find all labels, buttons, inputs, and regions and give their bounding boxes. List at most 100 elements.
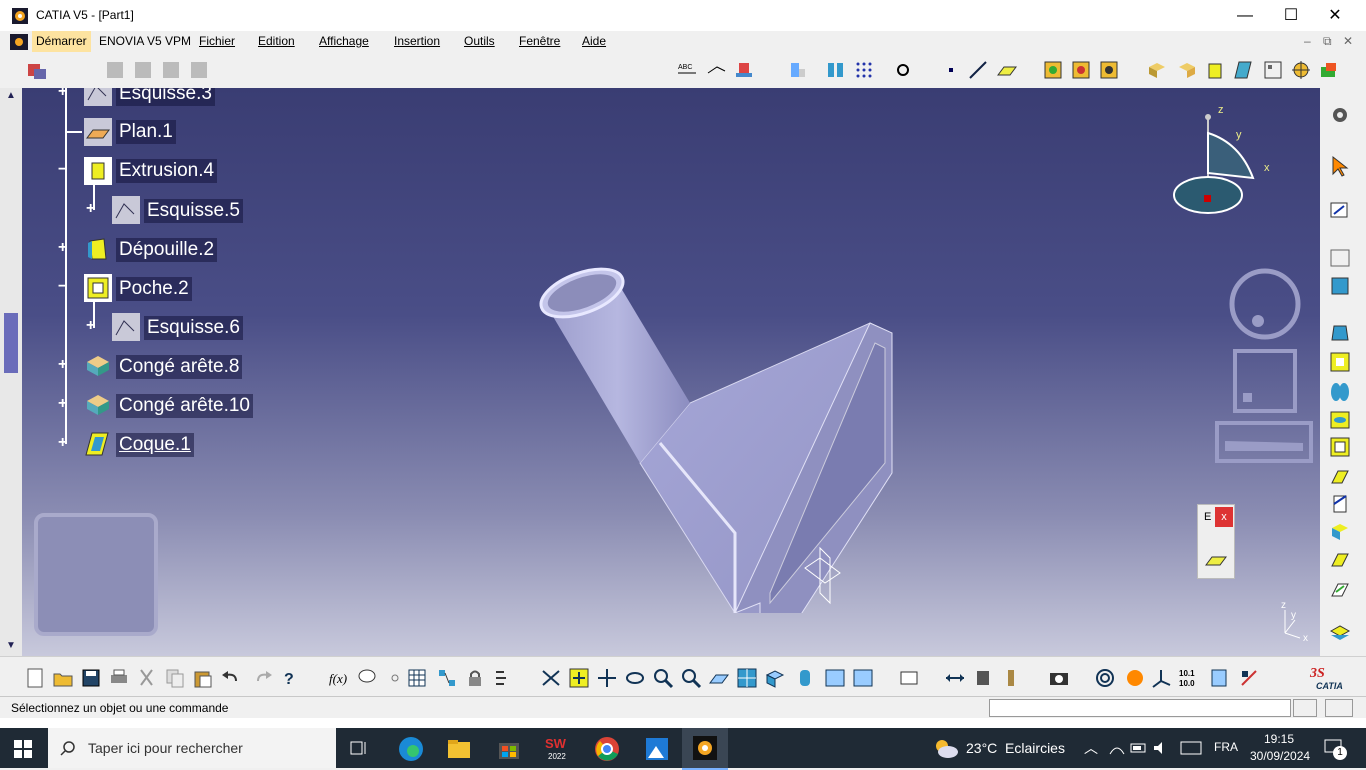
save-icon[interactable] — [80, 667, 102, 689]
fly-mode-icon[interactable] — [540, 667, 562, 689]
open-folder-icon[interactable] — [52, 667, 74, 689]
plane-tool-icon[interactable] — [996, 59, 1018, 81]
camera-icon[interactable] — [1048, 667, 1070, 689]
navigation-widgets[interactable] — [1215, 268, 1315, 468]
status-button-1[interactable] — [1293, 699, 1317, 717]
tree-expand-toggle[interactable]: + — [86, 201, 102, 217]
hand-icon[interactable] — [1124, 667, 1146, 689]
tree-expand-toggle[interactable]: + — [58, 435, 74, 451]
update-icon[interactable] — [898, 667, 920, 689]
axis-system-icon[interactable] — [1150, 667, 1172, 689]
tree-item-poche-2[interactable]: Poche.2 — [116, 277, 192, 301]
fit-all-icon[interactable] — [568, 667, 590, 689]
compass-widget[interactable]: z y x — [1170, 103, 1280, 223]
minimize-button[interactable]: — — [1222, 0, 1268, 31]
tree-expand-toggle[interactable]: + — [58, 240, 74, 256]
tree-item-conge-arete-8[interactable]: Congé arête.8 — [116, 355, 243, 379]
edge-browser-icon[interactable] — [398, 736, 424, 762]
status-button-2[interactable] — [1325, 699, 1353, 717]
spiral-icon[interactable] — [1094, 667, 1116, 689]
pad-icon[interactable] — [1204, 59, 1226, 81]
table-icon[interactable] — [406, 667, 428, 689]
sketch-tool-2-icon[interactable] — [132, 59, 154, 81]
boolean-add-icon[interactable] — [1042, 59, 1064, 81]
language-indicator[interactable]: FRA — [1214, 740, 1238, 754]
redo-icon[interactable] — [252, 667, 274, 689]
comment-icon[interactable] — [356, 667, 378, 689]
shaft-icon[interactable] — [1328, 380, 1352, 404]
pocket-tool-icon[interactable] — [1328, 350, 1352, 374]
knowledge-icon[interactable] — [384, 667, 406, 689]
hide-show-icon[interactable] — [824, 667, 846, 689]
zoom-out-icon[interactable] — [680, 667, 702, 689]
windows-start-icon[interactable] — [14, 740, 32, 758]
doc-close-button[interactable]: ✕ — [1343, 34, 1353, 48]
new-file-icon[interactable] — [24, 667, 46, 689]
slot-icon[interactable] — [1328, 465, 1352, 489]
formula-icon[interactable]: f(x) — [328, 667, 350, 689]
chamfer-icon[interactable] — [1328, 578, 1352, 602]
sketch-position-icon[interactable] — [1328, 246, 1352, 270]
tree-expand-toggle[interactable]: + — [58, 88, 74, 100]
3d-part-funnel[interactable] — [520, 173, 910, 613]
menu-demarrer[interactable]: Démarrer — [32, 31, 91, 52]
line-icon[interactable] — [967, 59, 989, 81]
extrude-icon[interactable] — [84, 157, 112, 185]
volume-icon[interactable] — [1152, 740, 1170, 756]
tree-item-esquisse-3[interactable]: Esquisse.3 — [116, 88, 215, 106]
task-view-icon[interactable] — [350, 739, 370, 757]
plane-icon[interactable] — [84, 118, 112, 146]
3d-annotation-icon[interactable] — [733, 59, 755, 81]
analysis-icon[interactable] — [825, 59, 847, 81]
close-button[interactable]: ✕ — [1312, 0, 1358, 31]
part-design-icon[interactable] — [26, 59, 48, 81]
stiffener-icon[interactable] — [1328, 492, 1352, 516]
plane-tool-icon[interactable] — [1204, 551, 1228, 567]
tree-item-depouille-2[interactable]: Dépouille.2 — [116, 238, 218, 262]
catia-taskbar-button[interactable] — [682, 728, 728, 770]
fillet-icon[interactable] — [84, 391, 112, 419]
flag-note-icon[interactable] — [705, 59, 727, 81]
design-table-icon[interactable] — [436, 667, 458, 689]
tree-item-plan-1[interactable]: Plan.1 — [116, 120, 176, 144]
shell-icon[interactable] — [84, 430, 112, 458]
shell-tool-icon[interactable] — [1233, 59, 1255, 81]
hole-icon[interactable] — [1328, 408, 1352, 432]
grid-icon[interactable] — [853, 59, 875, 81]
text-annotation-icon[interactable]: ABC — [676, 59, 698, 81]
chrome-icon[interactable] — [594, 736, 620, 762]
tree-expand-toggle[interactable]: + — [58, 357, 74, 373]
sketch-tool-4-icon[interactable] — [188, 59, 210, 81]
copy-icon[interactable] — [164, 667, 186, 689]
scale-icon[interactable] — [1318, 59, 1340, 81]
zoom-in-icon[interactable] — [652, 667, 674, 689]
snap-point-icon[interactable] — [892, 59, 914, 81]
units-icon[interactable]: 10.110.0 — [1178, 667, 1200, 689]
menu-fenetre[interactable]: Fenêtre — [519, 34, 560, 48]
normal-view-icon[interactable] — [708, 667, 730, 689]
pattern-icon[interactable] — [1262, 59, 1284, 81]
fillet-tool-icon[interactable] — [1328, 548, 1352, 572]
weather-icon[interactable] — [932, 736, 960, 760]
rotate-icon[interactable] — [624, 667, 646, 689]
menu-enovia[interactable]: ENOVIA V5 VPM — [99, 34, 191, 48]
menu-fichier[interactable]: Fichier — [199, 34, 235, 48]
whats-this-icon[interactable]: ? — [280, 667, 302, 689]
iso-view-icon[interactable] — [764, 667, 786, 689]
sketch-icon[interactable] — [84, 88, 112, 106]
scroll-down-icon[interactable]: ▼ — [2, 640, 20, 654]
tree-item-coque-1[interactable]: Coque.1 — [116, 433, 194, 457]
swap-space-icon[interactable] — [852, 667, 874, 689]
shading-icon[interactable] — [794, 667, 816, 689]
tree-item-conge-arete-10[interactable]: Congé arête.10 — [116, 394, 253, 418]
tree-scrollbar[interactable]: ▲ ▼ — [0, 88, 22, 656]
tree-expand-toggle[interactable]: + — [86, 318, 102, 334]
gear-icon[interactable] — [1328, 103, 1352, 127]
tree-item-esquisse-6[interactable]: Esquisse.6 — [144, 316, 243, 340]
layer-icon[interactable] — [1208, 667, 1230, 689]
menu-insertion[interactable]: Insertion — [394, 34, 440, 48]
tree-collapse-toggle[interactable]: − — [58, 279, 74, 295]
doc-minimize-button[interactable]: – — [1304, 34, 1311, 48]
draft-icon[interactable] — [84, 235, 112, 263]
file-explorer-icon[interactable] — [446, 736, 472, 762]
